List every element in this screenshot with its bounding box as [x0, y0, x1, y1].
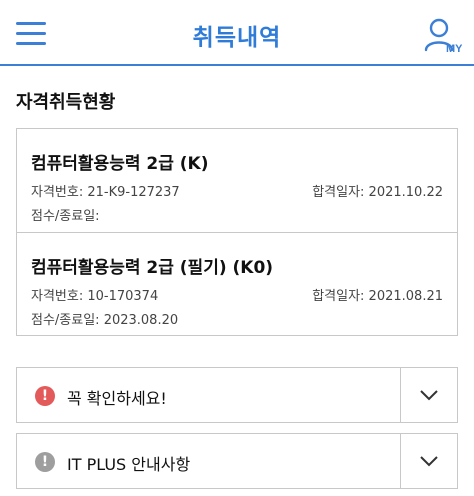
- pass-date: 합격일자: 2021.08.21: [312, 289, 443, 304]
- chevron-down-icon[interactable]: [419, 388, 439, 402]
- pass-date: 합격일자: 2021.10.22: [312, 185, 443, 200]
- accordion-it-plus-notice[interactable]: ! IT PLUS 안내사항: [16, 433, 458, 489]
- certificate-name: 컴퓨터활용능력 2급 (K): [31, 154, 209, 174]
- divider: [400, 434, 401, 488]
- certificate-name: 컴퓨터활용능력 2급 (필기) (K0): [31, 258, 274, 278]
- section-title: 자격취득현황: [16, 92, 116, 113]
- certificate-list: 컴퓨터활용능력 2급 (K) 자격번호: 21-K9-127237 합격일자: …: [16, 128, 458, 336]
- page-title: 취득내역: [192, 25, 282, 51]
- user-icon: MY: [424, 18, 463, 55]
- score-end-date: 점수/종료일:: [31, 209, 100, 224]
- divider: [400, 368, 401, 422]
- accordion-must-check[interactable]: ! 꼭 확인하세요!: [16, 367, 458, 423]
- accordion-label: 꼭 확인하세요!: [67, 389, 167, 408]
- certificate-item[interactable]: 컴퓨터활용능력 2급 (K) 자격번호: 21-K9-127237 합격일자: …: [17, 129, 457, 233]
- accordion-label: IT PLUS 안내사항: [67, 455, 191, 474]
- score-end-date: 점수/종료일: 2023.08.20: [31, 313, 179, 328]
- alert-circle-icon: !: [35, 386, 55, 406]
- info-circle-icon: !: [35, 452, 55, 472]
- certificate-number: 자격번호: 10-170374: [31, 289, 159, 304]
- my-page-button[interactable]: MY: [424, 14, 463, 56]
- my-label: MY: [446, 43, 462, 55]
- chevron-down-icon[interactable]: [419, 454, 439, 468]
- certificate-number: 자격번호: 21-K9-127237: [31, 185, 180, 200]
- header: 취득내역 MY: [0, 0, 474, 66]
- certificate-item[interactable]: 컴퓨터활용능력 2급 (필기) (K0) 자격번호: 10-170374 합격일…: [17, 233, 457, 337]
